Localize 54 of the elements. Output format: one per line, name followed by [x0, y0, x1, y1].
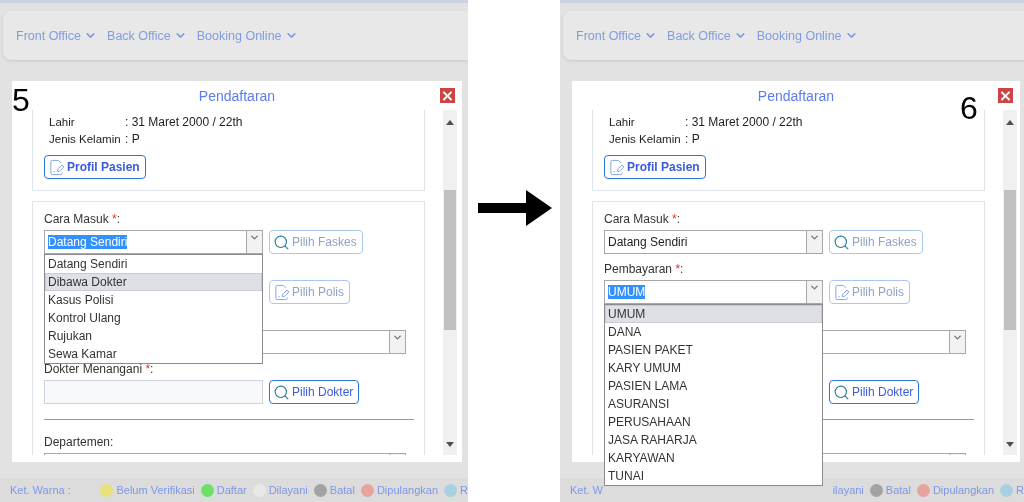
dropdown-option[interactable]: KARYAWAN — [605, 449, 822, 467]
dropdown-option[interactable]: DANA — [605, 323, 822, 341]
legend-label: Dilayani — [268, 484, 308, 496]
dropdown-select[interactable]: Datang Sendiri — [44, 230, 263, 254]
profile-value: : 31 Maret 2000 / 22th — [125, 114, 243, 129]
profile-button[interactable]: Profil Pasien — [44, 155, 146, 179]
legend-label: ilayani — [832, 484, 864, 496]
field-label: Departemen: — [44, 435, 114, 449]
dropdown-option[interactable]: Kasus Polisi — [45, 291, 262, 309]
field-label: Cara Masuk *: — [44, 212, 121, 226]
dropdown-option[interactable]: PASIEN LAMA — [605, 377, 822, 395]
profile-button[interactable]: Profil Pasien — [604, 155, 706, 179]
legend-label: Dipulangkan — [932, 484, 995, 496]
profile-value: : P — [125, 131, 140, 146]
pick-button[interactable]: Pilih Dokter — [269, 380, 360, 404]
pick-button[interactable]: Pilih Dokter — [829, 380, 920, 404]
field-label: Cara Masuk *: — [604, 212, 681, 226]
dropdown-option[interactable]: PERUSAHAAN — [605, 413, 822, 431]
profile-label: Jenis Kelamin — [49, 132, 122, 145]
dropdown-select[interactable]: UMUM — [604, 280, 823, 304]
dropdown-option[interactable]: TUNAI — [605, 467, 822, 485]
step-number: 6 — [960, 92, 978, 124]
legend-label: Daftar — [216, 484, 247, 496]
legend-title: Ket. Warna : — [10, 484, 71, 496]
profile-label: Jenis Kelamin — [609, 132, 682, 145]
dropdown-option[interactable]: Rujukan — [45, 327, 262, 345]
dropdown-option[interactable]: KARY UMUM — [605, 359, 822, 377]
profile-label: Lahir — [609, 115, 636, 128]
dropdown-option[interactable]: PASIEN PAKET — [605, 341, 822, 359]
close-button[interactable]: × — [440, 88, 455, 103]
dropdown-option[interactable]: Datang Sendiri — [45, 255, 262, 273]
dropdown-option[interactable]: UMUM — [605, 305, 822, 323]
dialog-title: Pendaftaran — [198, 87, 276, 104]
legend-label: Dipulangkan — [376, 484, 439, 496]
profile-label: Lahir — [49, 115, 76, 128]
legend-label: Batal — [885, 484, 911, 496]
dropdown-option[interactable]: Sewa Kamar — [45, 345, 262, 363]
dialog-title: Pendaftaran — [757, 87, 835, 104]
dropdown-option[interactable]: Kontrol Ulang — [45, 309, 262, 327]
profile-value: : P — [685, 131, 700, 146]
profile-value: : 31 Maret 2000 / 22th — [685, 114, 803, 129]
dropdown-option[interactable]: JASA RAHARJA — [605, 431, 822, 449]
legend-label: R — [1016, 484, 1024, 496]
legend-label: R — [460, 484, 468, 496]
field-label: Pembayaran *: — [604, 262, 684, 276]
legend-title: Ket. W — [570, 484, 603, 496]
dropdown-option[interactable]: Dibawa Dokter — [45, 273, 262, 291]
dropdown-select[interactable]: Datang Sendiri — [604, 230, 823, 254]
legend-label: Batal — [329, 484, 355, 496]
field-label: Dokter Menangani *: — [44, 362, 154, 376]
dropdown-option[interactable]: ASURANSI — [605, 395, 822, 413]
legend-label: Belum Verifikasi — [116, 484, 195, 496]
step-number: 5 — [12, 84, 30, 116]
close-button[interactable]: × — [998, 88, 1013, 103]
